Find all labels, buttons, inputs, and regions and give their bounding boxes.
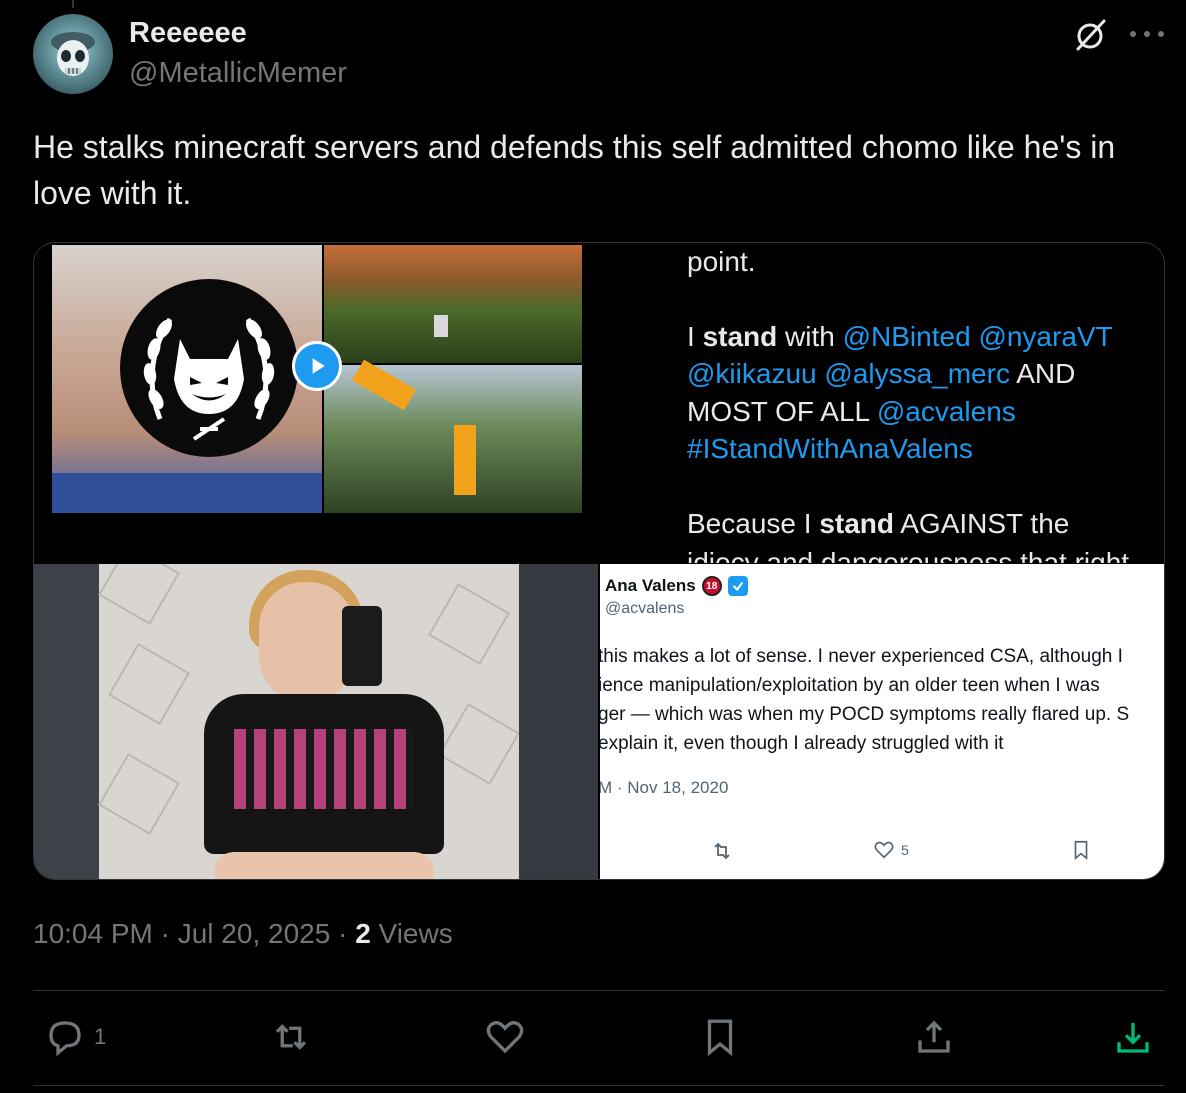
screenshot-text-block: point. I stand with @NBinted @nyaraVT @k…	[687, 243, 1157, 563]
quoted-author-row: Ana Valens 18	[605, 576, 748, 596]
media-image-tweet-text[interactable]: point. I stand with @NBinted @nyaraVT @k…	[600, 243, 1164, 563]
retweet-button[interactable]	[270, 1016, 312, 1058]
quoted-line: this makes a lot of sense. I never exper…	[600, 646, 1123, 667]
screenshot-cutoff-line: idiocy and dangerousness that right	[687, 549, 1129, 563]
reply-count: 1	[94, 1024, 107, 1049]
share-icon	[918, 1020, 950, 1053]
screenshot-stand-paragraph: I stand with @NBinted @nyaraVT @kiikazuu…	[687, 320, 1113, 465]
author-display-name[interactable]: Reeeeee	[129, 17, 247, 50]
media-video[interactable]	[34, 243, 598, 563]
divider-bottom	[33, 1085, 1165, 1086]
media-image-selfie[interactable]	[34, 564, 598, 879]
download-button[interactable]	[1112, 1016, 1154, 1058]
quoted-tweet-date: M · Nov 18, 2020	[600, 778, 729, 797]
share-button[interactable]	[913, 1016, 955, 1058]
age-badge-icon: 18	[701, 576, 722, 596]
quoted-author-name: Ana Valens	[605, 576, 696, 595]
divider-top	[33, 990, 1165, 991]
quoted-like-count: 5	[901, 842, 909, 858]
more-options-icon[interactable]	[1130, 28, 1164, 40]
heart-icon	[874, 841, 894, 859]
skull-avatar-icon	[51, 32, 95, 76]
quoted-like: 5	[873, 839, 909, 861]
thread-connector	[72, 0, 74, 8]
views-count: 2	[355, 918, 371, 949]
verified-badge-icon	[727, 576, 748, 596]
reply-button[interactable]: 1	[44, 1016, 106, 1058]
quoted-action-bar: 5	[600, 839, 1164, 863]
bookmark-button[interactable]	[699, 1016, 741, 1058]
quoted-retweet-icon	[710, 839, 734, 863]
cat-logo-icon	[120, 279, 298, 457]
media-image-quoted-tweet[interactable]: Ana Valens 18 @acvalens this makes a lot…	[600, 564, 1164, 879]
quoted-line: ger — which was when my POCD symptoms re…	[600, 704, 1130, 725]
like-button[interactable]	[484, 1016, 526, 1058]
bookmark-icon	[707, 1019, 733, 1057]
minecraft-screenshot-1	[324, 245, 582, 363]
play-button[interactable]	[292, 341, 342, 391]
retweet-icon	[275, 1024, 307, 1050]
author-handle[interactable]: @MetallicMemer	[129, 57, 347, 90]
tweet-timestamp: 10:04 PM · Jul 20, 2025 · 2 Views	[33, 918, 453, 950]
views-label: Views	[370, 918, 453, 949]
screenshot-line-point: point.	[687, 246, 756, 277]
play-icon	[312, 358, 325, 374]
reply-icon	[49, 1021, 81, 1057]
download-icon	[1117, 1023, 1149, 1053]
timestamp-text[interactable]: 10:04 PM · Jul 20, 2025 ·	[33, 918, 355, 949]
quoted-line: explain it, even though I already strugg…	[600, 733, 1004, 754]
grok-icon[interactable]	[1073, 17, 1109, 53]
screenshot-against-paragraph: Because I stand AGAINST the	[687, 507, 1070, 539]
heart-icon	[486, 1021, 524, 1054]
minecraft-screenshot-2	[324, 359, 582, 513]
quoted-line: ience manipulation/exploitation by an ol…	[600, 675, 1100, 696]
avatar[interactable]	[33, 14, 113, 94]
tweet-text: He stalks minecraft servers and defends …	[33, 129, 1116, 211]
media-grid: point. I stand with @NBinted @nyaraVT @k…	[33, 242, 1165, 880]
quoted-author-handle: @acvalens	[605, 600, 685, 617]
quoted-bookmark-icon	[1070, 839, 1092, 861]
quoted-tweet-body: this makes a lot of sense. I never exper…	[600, 642, 1164, 758]
